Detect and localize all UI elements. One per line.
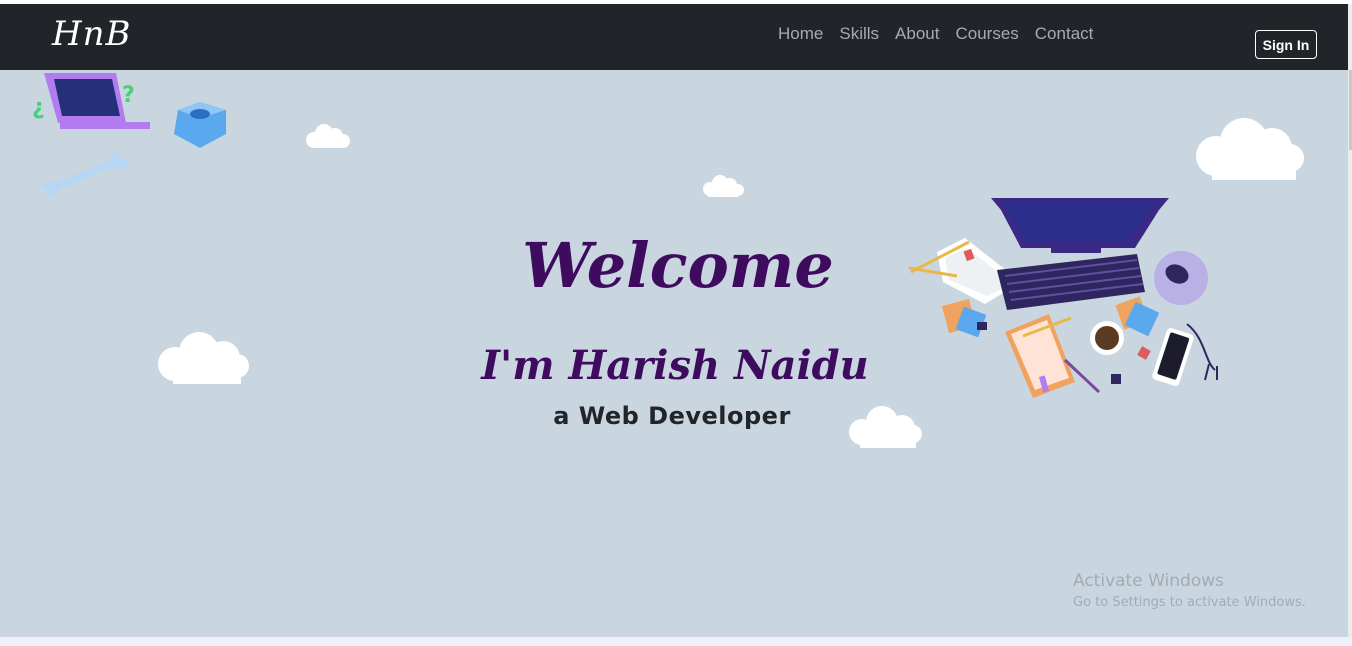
name-heading: I'm Harish Naidu — [481, 342, 869, 389]
nav-link-about[interactable]: About — [887, 24, 947, 44]
hero-section: ¿ ? Welcome I'm Harish Naidu a Web Devel… — [0, 70, 1348, 637]
wrench-illustration — [42, 150, 129, 197]
nav-item-courses: Courses — [947, 24, 1026, 44]
page: HnB Home Skills About Courses Contact Si… — [0, 0, 1352, 646]
nav-link-home[interactable]: Home — [770, 24, 831, 44]
bottom-strip — [0, 637, 1352, 646]
brand-logo[interactable]: HnB — [52, 14, 132, 54]
nav-item-home: Home — [770, 24, 831, 44]
cloud-icon — [1196, 118, 1304, 180]
nav-link-skills[interactable]: Skills — [831, 24, 887, 44]
cloud-icon — [306, 124, 350, 148]
svg-text:?: ? — [122, 83, 135, 108]
nav-link-contact[interactable]: Contact — [1027, 24, 1102, 44]
nav-item-contact: Contact — [1027, 24, 1102, 44]
cloud-icon — [703, 175, 744, 197]
windows-activation-watermark: Activate Windows Go to Settings to activ… — [1073, 570, 1306, 614]
nav-item-skills: Skills — [831, 24, 887, 44]
activation-title: Activate Windows — [1073, 571, 1224, 591]
nav-link-courses[interactable]: Courses — [947, 24, 1026, 44]
svg-text:¿: ¿ — [32, 95, 45, 120]
nav-links: Home Skills About Courses Contact — [770, 24, 1101, 44]
navbar: HnB Home Skills About Courses Contact Si… — [0, 4, 1348, 70]
welcome-heading: Welcome — [522, 229, 834, 302]
role-text: a Web Developer — [553, 402, 791, 430]
activation-subtitle: Go to Settings to activate Windows. — [1073, 595, 1306, 610]
hex-nut-illustration — [174, 102, 226, 148]
nav-item-about: About — [887, 24, 947, 44]
laptop-illustration: ¿ ? — [32, 73, 150, 129]
sign-in-button[interactable]: Sign In — [1255, 30, 1317, 59]
